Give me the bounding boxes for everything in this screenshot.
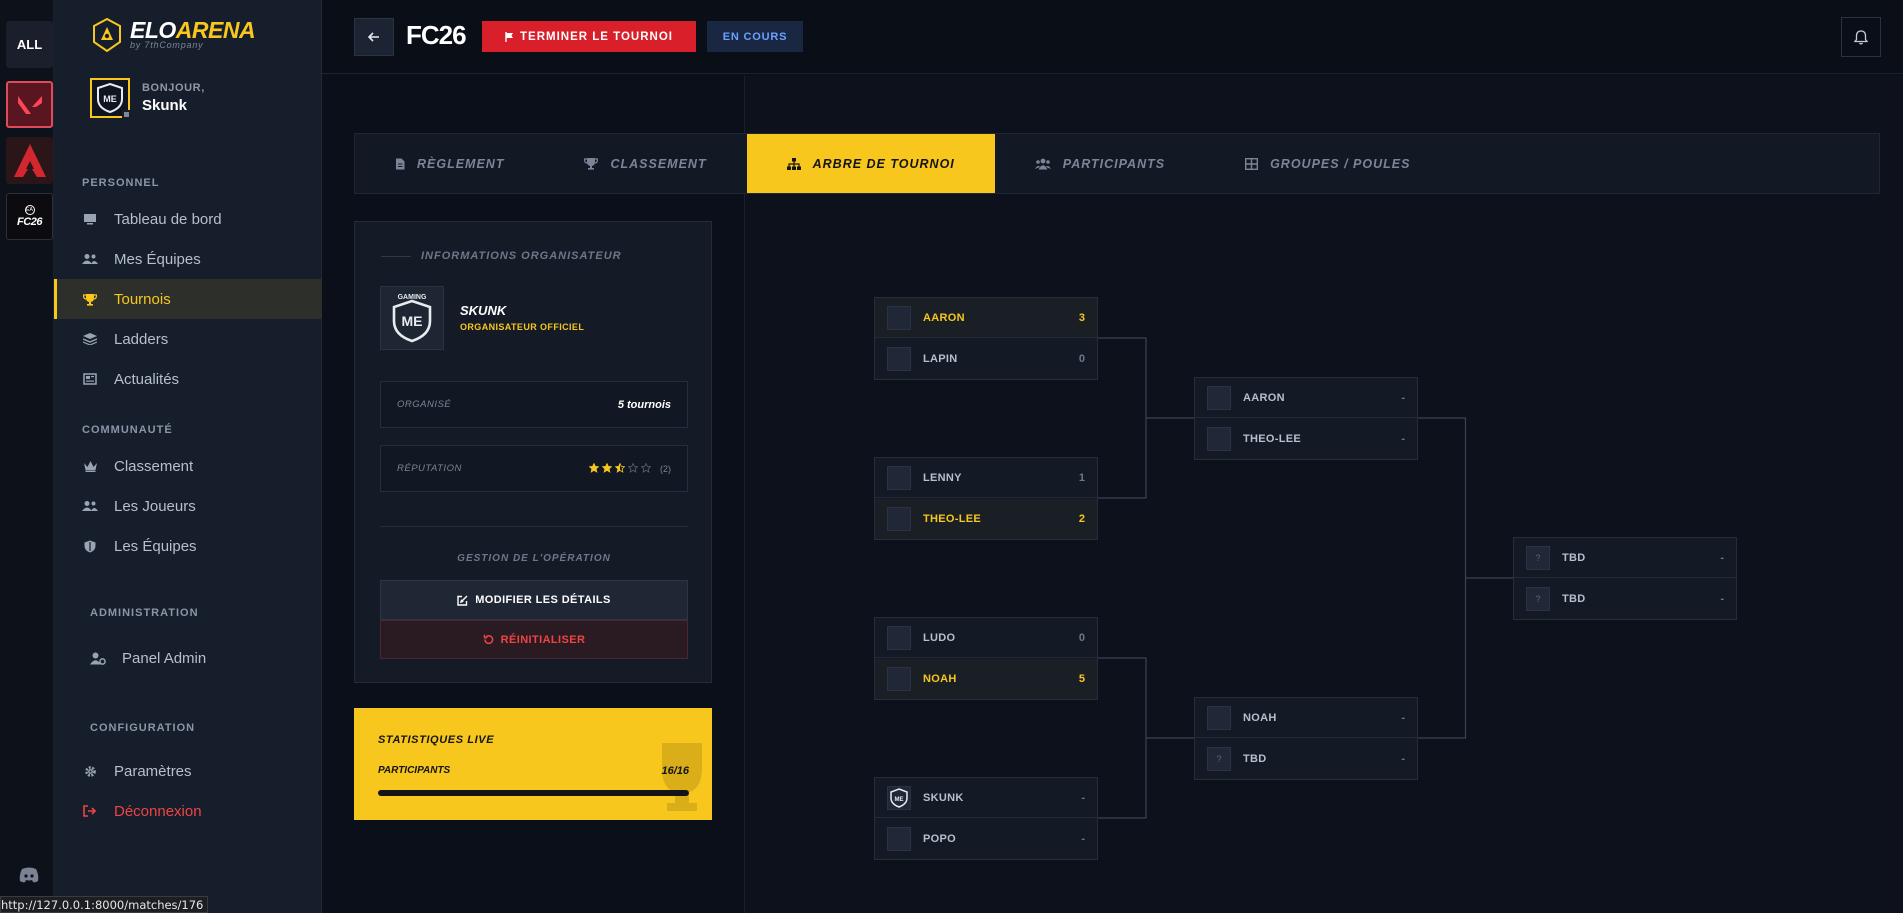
team-placeholder-icon (887, 507, 911, 531)
team-name: TBD (1243, 753, 1267, 765)
bracket-match[interactable]: AARON 3 LAPIN 0 (874, 297, 1098, 380)
team-score: - (1401, 391, 1405, 404)
bracket-team[interactable]: ? TBD - (1514, 538, 1736, 578)
bracket-team[interactable]: THEO-LEE 2 (875, 499, 1097, 539)
bracket-match[interactable]: LENNY 1 THEO-LEE 2 (874, 457, 1098, 540)
bracket-match[interactable]: AARON - THEO-LEE - (1194, 377, 1418, 460)
team-score: - (1401, 711, 1405, 724)
team-score: 3 (1078, 311, 1085, 324)
bracket-team[interactable]: THEO-LEE - (1195, 419, 1417, 459)
team-name: LENNY (923, 471, 962, 484)
bracket-team[interactable]: ME SKUNK - (875, 778, 1097, 818)
bracket-team[interactable]: LUDO 0 (875, 618, 1097, 658)
team-name: THEO-LEE (1243, 433, 1302, 445)
team-placeholder-icon: ? (1207, 747, 1231, 771)
team-logo-icon: ME (887, 785, 911, 810)
bracket-team[interactable]: LENNY 1 (875, 458, 1097, 498)
team-name: LUDO (923, 631, 956, 644)
bracket-team[interactable]: POPO - (875, 819, 1097, 859)
bracket-match[interactable]: ME SKUNK - POPO - (874, 777, 1098, 860)
bracket-connector (1098, 337, 1147, 499)
team-placeholder-icon: ? (1526, 587, 1550, 611)
team-name: POPO (923, 833, 956, 845)
team-name: SKUNK (923, 791, 964, 804)
team-placeholder-icon (1207, 385, 1231, 410)
team-score: 0 (1078, 631, 1085, 644)
team-placeholder-icon (887, 625, 911, 650)
team-placeholder-icon (1207, 705, 1231, 730)
team-score: 0 (1078, 353, 1085, 365)
svg-text:ME: ME (895, 797, 904, 803)
bracket-team[interactable]: LAPIN 0 (875, 339, 1097, 379)
team-score: - (1401, 433, 1405, 445)
bracket-match[interactable]: LUDO 0 NOAH 5 (874, 617, 1098, 700)
team-name: LAPIN (923, 353, 958, 365)
team-score: - (1720, 551, 1724, 564)
team-placeholder-icon (887, 667, 911, 691)
team-score: 1 (1078, 471, 1085, 484)
team-name: TBD (1562, 551, 1586, 564)
bracket-connector (1098, 657, 1147, 819)
team-placeholder-icon (1207, 427, 1231, 451)
team-score: - (1720, 593, 1724, 605)
status-bar-url: http://127.0.0.1:8000/matches/176 (0, 896, 209, 913)
team-score: 5 (1078, 673, 1085, 685)
bracket-match[interactable]: ? TBD -? TBD - (1513, 537, 1737, 620)
bracket-team[interactable]: NOAH - (1195, 698, 1417, 738)
team-placeholder-icon (887, 347, 911, 371)
bracket-team[interactable]: ? TBD - (1195, 739, 1417, 779)
bracket-match[interactable]: NOAH -? TBD - (1194, 697, 1418, 780)
team-name: AARON (1243, 391, 1285, 404)
bracket-connector (1418, 417, 1467, 739)
team-name: NOAH (1243, 711, 1277, 724)
team-score: - (1401, 753, 1405, 765)
team-name: NOAH (923, 673, 957, 685)
team-placeholder-icon (887, 827, 911, 851)
team-score: - (1081, 791, 1085, 804)
team-placeholder-icon (887, 305, 911, 330)
team-name: AARON (923, 311, 965, 324)
bracket-team[interactable]: AARON 3 (875, 298, 1097, 338)
team-name: TBD (1562, 593, 1586, 605)
team-placeholder-icon (887, 465, 911, 490)
team-score: - (1081, 833, 1085, 845)
bracket-team[interactable]: ? TBD - (1514, 579, 1736, 619)
bracket-team[interactable]: AARON - (1195, 378, 1417, 418)
bracket-team[interactable]: NOAH 5 (875, 659, 1097, 699)
team-name: THEO-LEE (923, 513, 982, 525)
team-placeholder-icon: ? (1526, 545, 1550, 570)
team-score: 2 (1078, 513, 1085, 525)
